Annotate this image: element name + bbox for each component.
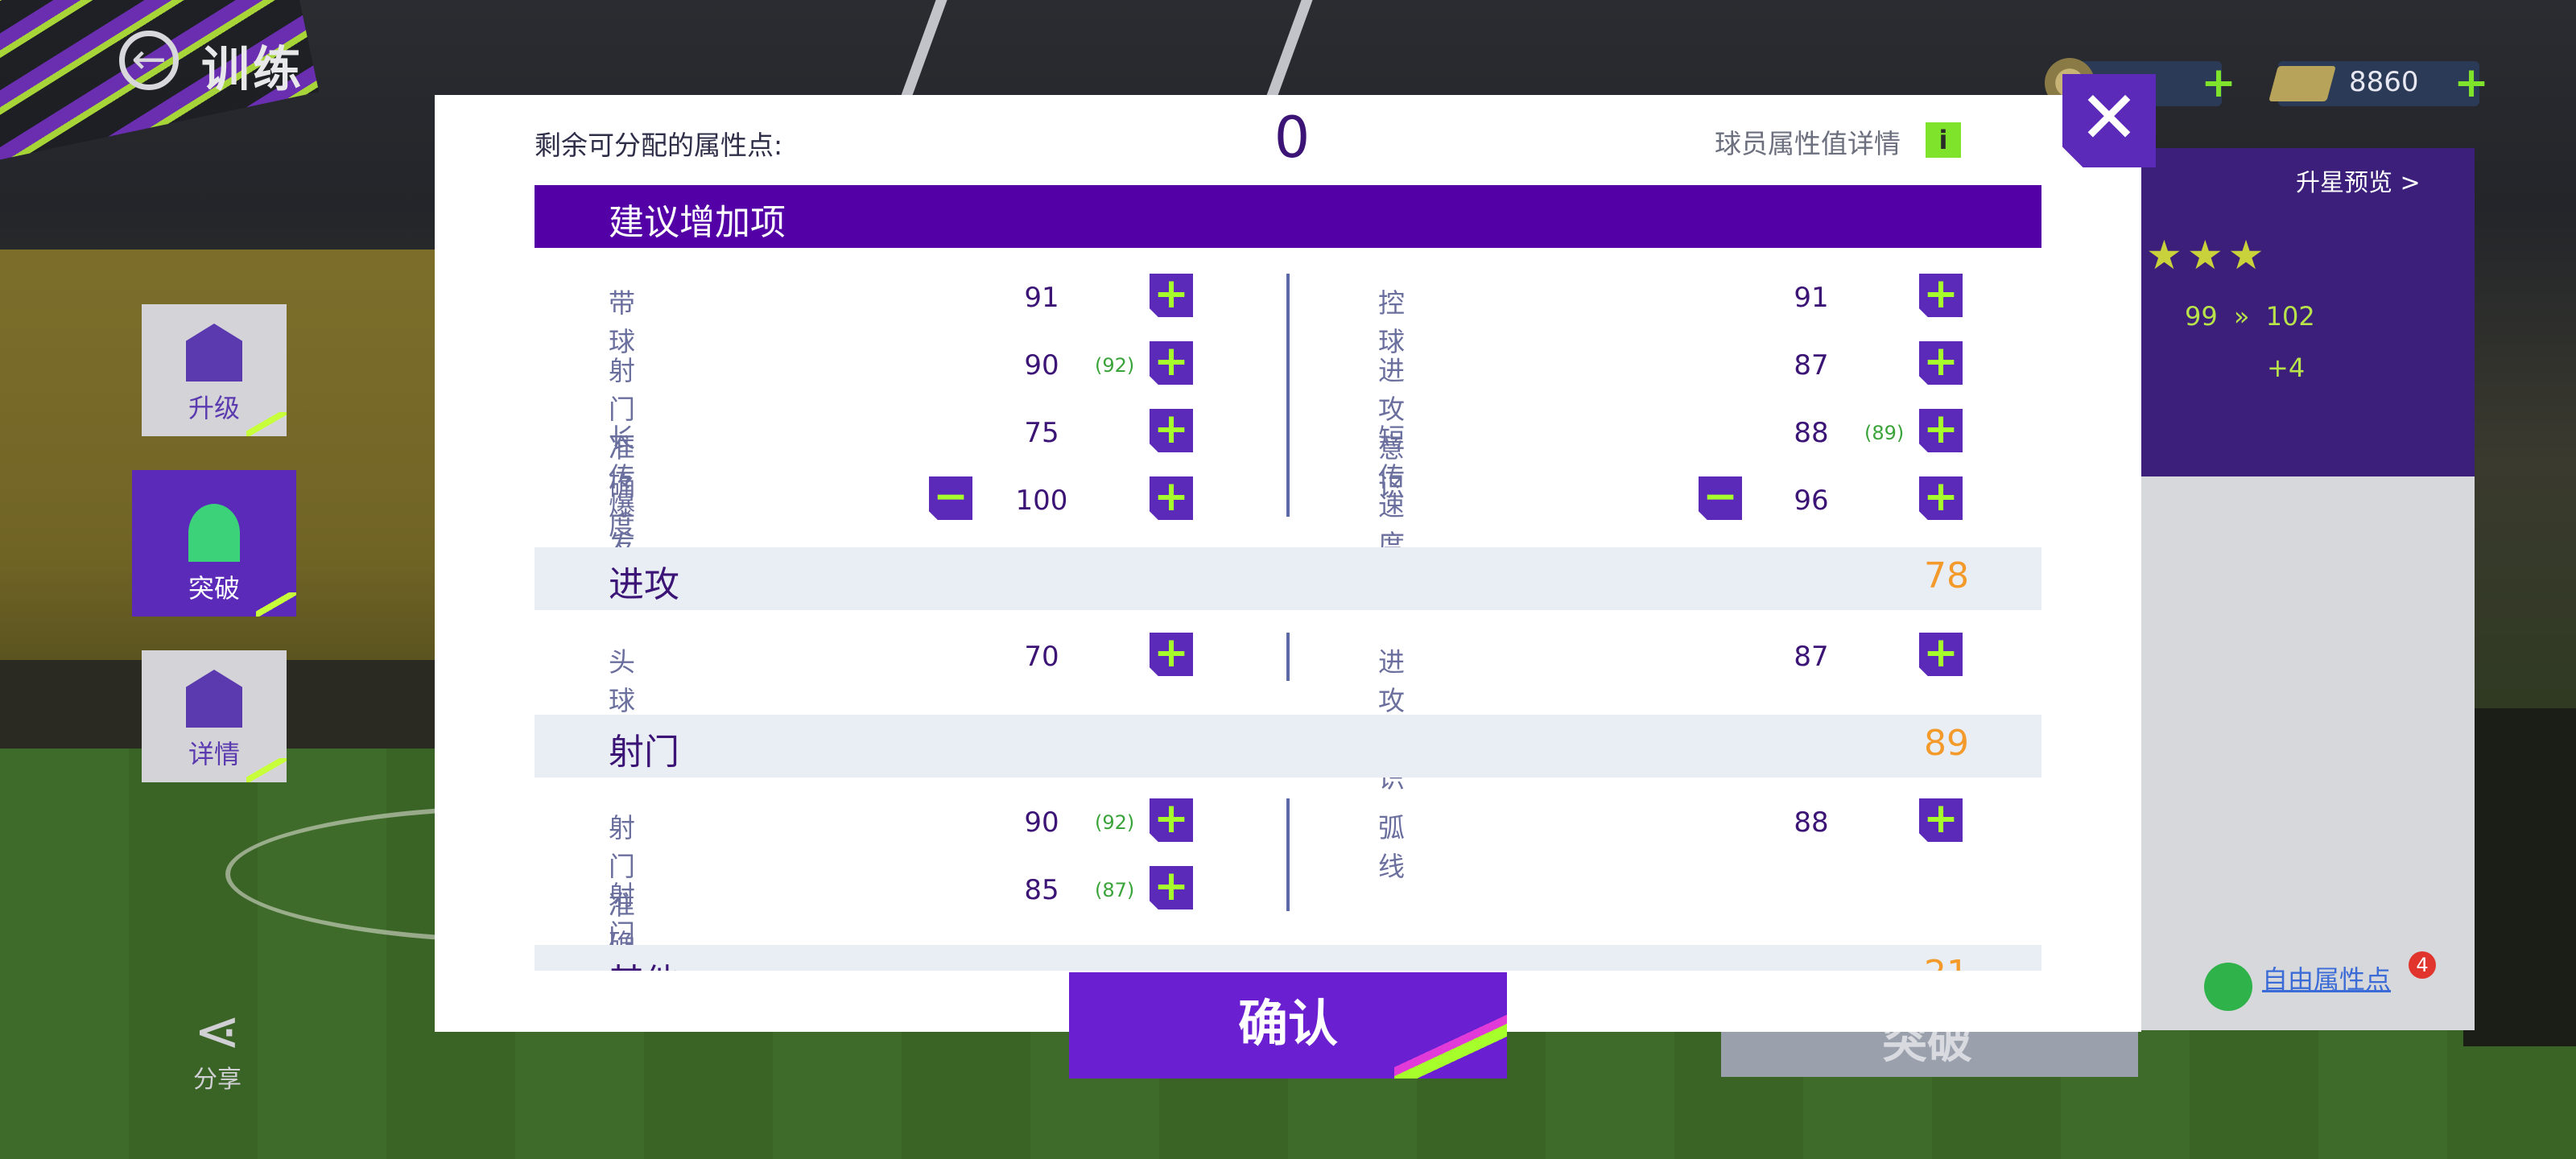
right-wall: [2463, 708, 2576, 1046]
increase-button[interactable]: +: [1150, 476, 1193, 520]
column-divider: [1286, 798, 1290, 911]
increase-button[interactable]: +: [1150, 274, 1193, 317]
increase-button[interactable]: +: [1150, 633, 1193, 676]
attribute-boost: (87): [1095, 879, 1135, 901]
rating-plus: +4: [2267, 353, 2306, 383]
ticket-balance: 8860 +: [2268, 61, 2489, 106]
notification-badge: 4: [2409, 951, 2436, 979]
attribute-name: 弧线: [1378, 812, 1405, 882]
sidebar-item-label: 升级: [188, 393, 240, 423]
attribute-name: 头球: [609, 646, 635, 716]
share-label: 分享: [193, 1066, 242, 1094]
section-title: 进攻: [609, 564, 679, 605]
attribute-value: 90: [1024, 349, 1059, 382]
section-header-attack: 进攻 78: [535, 547, 2041, 610]
confirm-button[interactable]: 确认: [1069, 972, 1507, 1079]
rating-change: 99 » 102: [2185, 301, 2315, 332]
free-attribute-link[interactable]: 自由属性点: [2262, 959, 2391, 996]
attribute-name: 长传: [609, 423, 635, 493]
double-chevron-icon: »: [2233, 301, 2250, 332]
decorative-stripe: [256, 592, 296, 617]
increase-button[interactable]: +: [1919, 274, 1963, 317]
section-title: 建议增加项: [609, 202, 786, 243]
attribute-name: 带球: [609, 287, 635, 357]
sidebar-item-label: 详情: [188, 739, 240, 769]
attribute-name: 短传: [1378, 423, 1405, 493]
section-header-suggested: 建议增加项: [535, 185, 2041, 248]
attribute-boost: (89): [1864, 422, 1905, 444]
increase-button[interactable]: +: [1150, 866, 1193, 909]
attribute-value: 85: [1024, 874, 1059, 906]
sidebar-item-details[interactable]: 详情: [142, 650, 287, 782]
side-panel: [2141, 476, 2475, 1030]
section-header-other: 其他 21: [535, 945, 2041, 971]
close-icon[interactable]: ✕: [2062, 74, 2156, 167]
decrease-button[interactable]: −: [1699, 476, 1742, 520]
ceiling-light: [896, 0, 1316, 108]
attribute-value: 87: [1794, 349, 1829, 382]
share-icon: ⋖: [193, 998, 242, 1064]
attribute-value: 88: [1794, 806, 1829, 839]
share-button[interactable]: ⋖ 分享: [184, 1003, 251, 1095]
page-title: 训练: [201, 42, 304, 98]
increase-button[interactable]: +: [1919, 409, 1963, 452]
decorative-stripe: [246, 412, 287, 436]
attribute-boost: (92): [1095, 354, 1135, 377]
attribute-value: 100: [1015, 485, 1068, 517]
attribute-value: 96: [1794, 485, 1829, 517]
attribute-list[interactable]: 建议增加项 带球 91 + 射门准确度 90 (92) + 长传 75 + 爆发…: [535, 185, 2041, 971]
add-ticket-button[interactable]: +: [2452, 62, 2491, 104]
attribute-value: 91: [1024, 282, 1059, 314]
breakthrough-icon: [188, 504, 240, 562]
attribute-value: 70: [1024, 641, 1059, 673]
ticket-value: 8860: [2349, 66, 2419, 98]
attribute-boost: (92): [1095, 811, 1135, 834]
remaining-points-value: 0: [1274, 105, 1311, 171]
section-header-shooting: 射门 89: [535, 715, 2041, 777]
rating-from: 99: [2185, 301, 2218, 332]
section-score: 78: [1924, 555, 1969, 596]
rating-to: 102: [2265, 301, 2315, 332]
increase-button[interactable]: +: [1919, 341, 1963, 385]
star-preview-link[interactable]: 升星预览 >: [2296, 163, 2421, 198]
ticket-icon: [2268, 66, 2336, 101]
increase-button[interactable]: +: [1150, 409, 1193, 452]
increase-button[interactable]: +: [1150, 341, 1193, 385]
remaining-points-label: 剩余可分配的属性点:: [535, 130, 783, 161]
sidebar-item-label: 突破: [188, 573, 240, 604]
attribute-value: 88: [1794, 417, 1829, 449]
section-score: 89: [1924, 723, 1969, 764]
attribute-name: 控球: [1378, 287, 1405, 357]
confirm-label: 确认: [1237, 994, 1338, 1053]
column-divider: [1286, 274, 1290, 517]
decorative-stripe: [246, 758, 287, 782]
attribute-details-label: 球员属性值详情: [1715, 128, 1901, 159]
info-icon[interactable]: i: [1926, 122, 1961, 158]
increase-button[interactable]: +: [1919, 798, 1963, 842]
details-icon: [186, 670, 242, 728]
section-title: 射门: [609, 732, 679, 773]
star-rating: ★★★: [2146, 232, 2269, 278]
upgrade-icon: [186, 324, 242, 382]
section-score: 21: [1924, 953, 1969, 971]
attribute-value: 91: [1794, 282, 1829, 314]
increase-button[interactable]: +: [1919, 633, 1963, 676]
increase-button[interactable]: +: [1150, 798, 1193, 842]
sidebar-item-breakthrough[interactable]: 突破: [132, 470, 296, 617]
attribute-value: 90: [1024, 806, 1059, 839]
section-title: 其他: [609, 953, 679, 971]
back-icon[interactable]: ←: [119, 31, 179, 90]
add-coin-button[interactable]: +: [2199, 62, 2238, 104]
decorative-stripe: [1394, 1009, 1507, 1079]
attribute-value: 87: [1794, 641, 1829, 673]
sidebar-item-upgrade[interactable]: 升级: [142, 304, 287, 436]
column-divider: [1286, 633, 1290, 681]
free-attribute-icon: [2204, 963, 2252, 1011]
decrease-button[interactable]: −: [929, 476, 972, 520]
increase-button[interactable]: +: [1919, 476, 1963, 520]
attribute-value: 75: [1024, 417, 1059, 449]
